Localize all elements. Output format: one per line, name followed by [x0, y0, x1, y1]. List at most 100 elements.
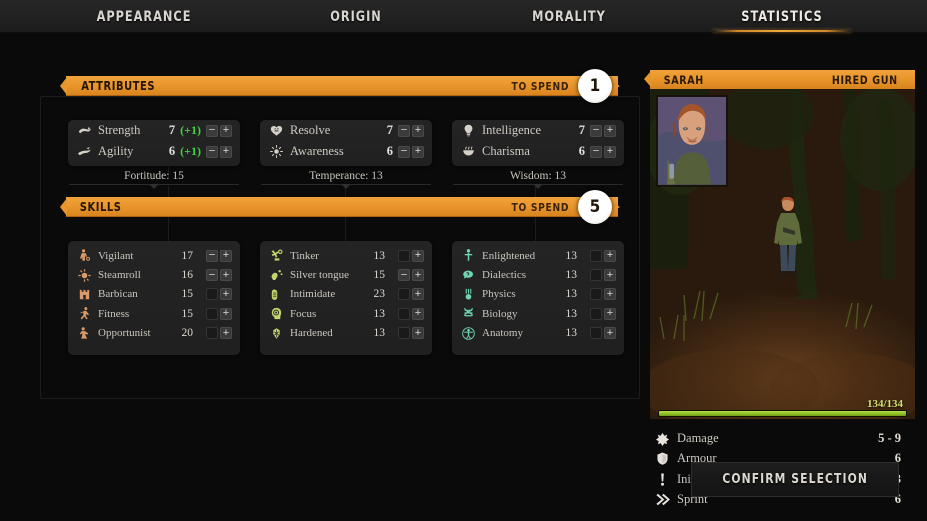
skill-name: Hardened — [290, 327, 333, 340]
skill-row[interactable]: Silver tongue 15 − + — [260, 265, 432, 284]
skill-increase-button[interactable]: + — [412, 288, 424, 301]
skill-decrease-button[interactable]: − — [398, 288, 410, 301]
attribute-increase-button[interactable]: + — [412, 145, 424, 158]
skill-row[interactable]: Intimidate 23 − + — [260, 285, 432, 304]
attribute-card-physical: Strength 7 (+1) − + Agility 6 (+1) − + — [68, 120, 240, 166]
skill-row[interactable]: Focus 13 − + — [260, 304, 432, 323]
skill-decrease-button[interactable]: − — [398, 249, 410, 262]
health-value: 134/134 — [866, 398, 903, 410]
skill-increase-button[interactable]: + — [220, 249, 232, 262]
attribute-decrease-button[interactable]: − — [398, 145, 410, 158]
attribute-name: Intelligence — [482, 123, 541, 137]
character-portrait[interactable] — [656, 95, 728, 187]
skill-row[interactable]: Dialectics 13 − + — [452, 265, 624, 284]
skill-value: 23 — [373, 288, 386, 301]
attribute-row[interactable]: Awareness 6 − + — [260, 141, 432, 162]
confirm-selection-button[interactable]: CONFIRM SELECTION — [691, 462, 899, 497]
skill-stepper: − + — [206, 269, 232, 282]
skill-row[interactable]: Anatomy 13 − + — [452, 324, 624, 343]
skill-increase-button[interactable]: + — [604, 269, 616, 282]
attribute-name: Awareness — [290, 144, 344, 158]
skill-decrease-button[interactable]: − — [590, 249, 602, 262]
skill-name: Enlightened — [482, 249, 536, 262]
attribute-row[interactable]: Resolve 7 − + — [260, 120, 432, 141]
skill-row[interactable]: Tinker 13 − + — [260, 246, 432, 265]
attribute-value: 7 — [386, 123, 393, 137]
skill-decrease-button[interactable]: − — [590, 269, 602, 282]
confirm-selection-label: CONFIRM SELECTION — [722, 472, 868, 487]
attribute-row[interactable]: Agility 6 (+1) − + — [68, 141, 240, 162]
attribute-stepper: − + — [398, 124, 424, 137]
skill-increase-button[interactable]: + — [412, 249, 424, 262]
skill-row[interactable]: Opportunist 20 − + — [68, 324, 240, 343]
skill-row[interactable]: Physics 13 − + — [452, 285, 624, 304]
skill-decrease-button[interactable]: − — [398, 327, 410, 340]
tab-appearance-label: APPEARANCE — [96, 8, 192, 25]
tab-morality-label: MORALITY — [532, 8, 606, 25]
skill-increase-button[interactable]: + — [220, 307, 232, 320]
skill-increase-button[interactable]: + — [412, 327, 424, 340]
skill-increase-button[interactable]: + — [412, 307, 424, 320]
skill-row[interactable]: Biology 13 − + — [452, 304, 624, 323]
attribute-name: Resolve — [290, 123, 331, 137]
skills-banner: SKILLS TO SPEND — [60, 197, 618, 217]
attribute-decrease-button[interactable]: − — [206, 145, 218, 158]
skill-row[interactable]: Steamroll 16 − + — [68, 265, 240, 284]
attribute-row[interactable]: Intelligence 7 − + — [452, 120, 624, 141]
character-class: HIRED GUN — [832, 72, 899, 87]
skill-card-intellectual: Enlightened 13 − + Dialectics 13 − + Phy… — [452, 241, 624, 355]
skill-row[interactable]: Hardened 13 − + — [260, 324, 432, 343]
derived-divider — [69, 184, 239, 189]
skill-increase-button[interactable]: + — [604, 249, 616, 262]
skill-name: Dialectics — [482, 269, 526, 282]
skill-row[interactable]: Barbican 15 − + — [68, 285, 240, 304]
attribute-row[interactable]: Charisma 6 − + — [452, 141, 624, 162]
awareness-icon — [268, 144, 284, 160]
skill-value: 15 — [181, 288, 194, 301]
skill-increase-button[interactable]: + — [604, 307, 616, 320]
skill-increase-button[interactable]: + — [604, 327, 616, 340]
tab-statistics[interactable]: STATISTICS — [703, 0, 861, 33]
skill-name: Fitness — [98, 307, 130, 320]
skill-stepper: − + — [398, 249, 424, 262]
skill-value: 15 — [181, 307, 194, 320]
skill-name: Intimidate — [290, 288, 336, 301]
skill-increase-button[interactable]: + — [220, 288, 232, 301]
skill-decrease-button[interactable]: − — [206, 269, 218, 282]
tab-morality[interactable]: MORALITY — [490, 0, 648, 33]
skill-value: 13 — [373, 249, 386, 262]
derived-stat-wisdom: Wisdom: 13 — [453, 170, 623, 189]
skill-decrease-button[interactable]: − — [590, 327, 602, 340]
skill-name: Silver tongue — [290, 269, 349, 282]
skill-decrease-button[interactable]: − — [206, 327, 218, 340]
skill-increase-button[interactable]: + — [220, 269, 232, 282]
skill-decrease-button[interactable]: − — [206, 249, 218, 262]
skill-decrease-button[interactable]: − — [590, 288, 602, 301]
attribute-decrease-button[interactable]: − — [206, 124, 218, 137]
attribute-decrease-button[interactable]: − — [398, 124, 410, 137]
skill-increase-button[interactable]: + — [412, 269, 424, 282]
attribute-increase-button[interactable]: + — [220, 145, 232, 158]
skill-decrease-button[interactable]: − — [206, 307, 218, 320]
stat-label: Damage — [677, 430, 719, 445]
skill-row[interactable]: Enlightened 13 − + — [452, 246, 624, 265]
attribute-increase-button[interactable]: + — [220, 124, 232, 137]
skill-row[interactable]: Vigilant 17 − + — [68, 246, 240, 265]
tab-appearance[interactable]: APPEARANCE — [65, 0, 223, 33]
skill-decrease-button[interactable]: − — [398, 269, 410, 282]
skill-row[interactable]: Fitness 15 − + — [68, 304, 240, 323]
attribute-increase-button[interactable]: + — [604, 124, 616, 137]
skill-decrease-button[interactable]: − — [398, 307, 410, 320]
skill-decrease-button[interactable]: − — [206, 288, 218, 301]
skill-decrease-button[interactable]: − — [590, 307, 602, 320]
attribute-increase-button[interactable]: + — [412, 124, 424, 137]
attribute-increase-button[interactable]: + — [604, 145, 616, 158]
skill-increase-button[interactable]: + — [604, 288, 616, 301]
character-name: SARAH — [663, 72, 704, 87]
attribute-stepper: − + — [206, 124, 232, 137]
skill-increase-button[interactable]: + — [220, 327, 232, 340]
attribute-row[interactable]: Strength 7 (+1) − + — [68, 120, 240, 141]
attribute-decrease-button[interactable]: − — [590, 145, 602, 158]
attribute-decrease-button[interactable]: − — [590, 124, 602, 137]
tab-origin[interactable]: ORIGIN — [277, 0, 435, 33]
